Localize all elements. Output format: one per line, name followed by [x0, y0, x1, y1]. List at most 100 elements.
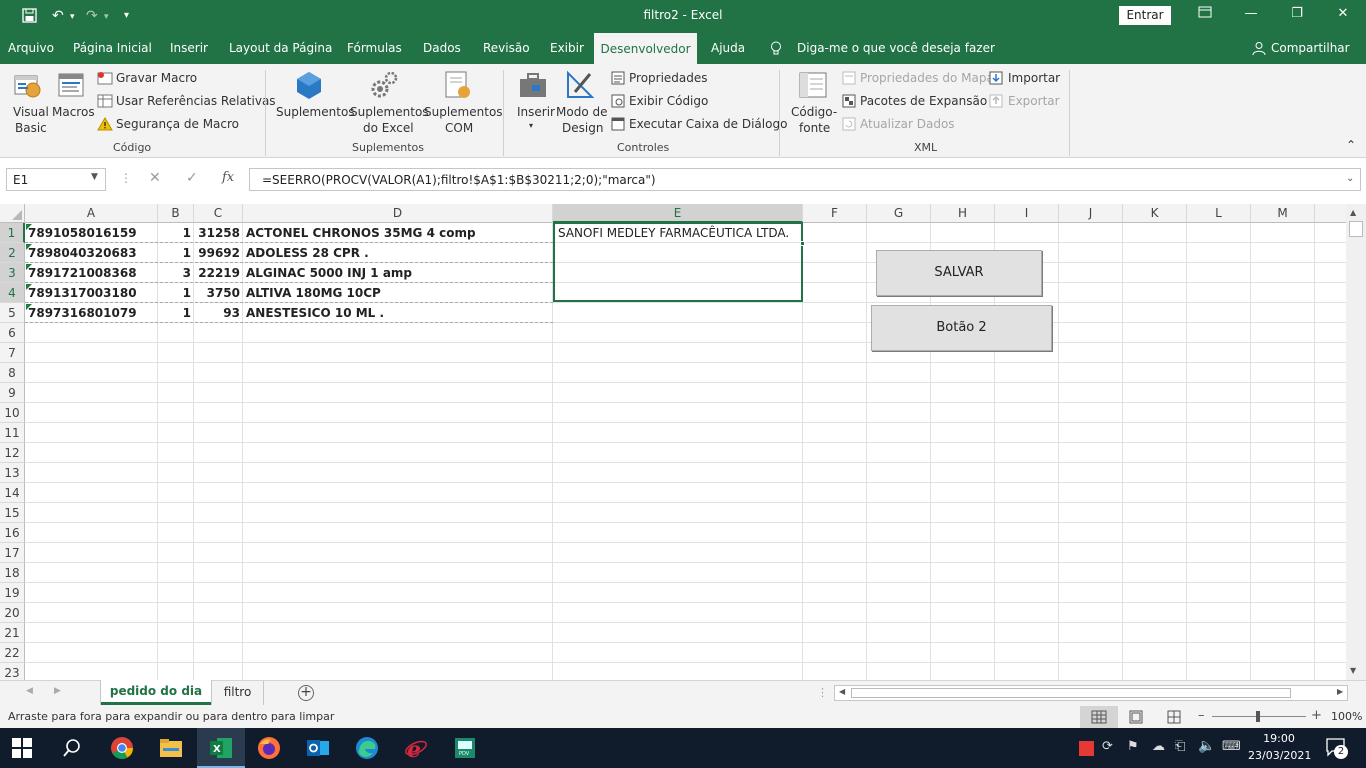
cell-b2[interactable]: 1 [158, 243, 194, 263]
column-header-b[interactable]: B [158, 204, 194, 223]
minimize-icon[interactable]: — [1241, 6, 1261, 24]
tray-security-icon[interactable]: ⚑ [1127, 739, 1139, 754]
new-sheet-button[interactable]: + [298, 685, 314, 701]
horizontal-scrollbar[interactable]: ◀ ▶ [834, 685, 1348, 701]
column-header-a[interactable]: A [25, 204, 158, 223]
taskbar-excel-active[interactable]: X [197, 728, 245, 768]
cell-b5[interactable]: 1 [158, 303, 194, 323]
salvar-button[interactable]: SALVAR [876, 250, 1042, 296]
search-icon[interactable] [62, 738, 88, 762]
collapse-ribbon-icon[interactable]: ⌃ [1346, 138, 1356, 152]
column-header-k[interactable]: K [1123, 204, 1187, 223]
tab-dados[interactable]: Dados [423, 41, 461, 55]
enter-check-icon[interactable]: ✓ [186, 170, 198, 186]
row-header-11[interactable]: 11 [0, 423, 25, 443]
add-ins-button[interactable]: Suplementos [276, 105, 355, 119]
row-header-22[interactable]: 22 [0, 643, 25, 663]
row-header-7[interactable]: 7 [0, 343, 25, 363]
column-header-c[interactable]: C [194, 204, 243, 223]
visual-basic-label-2[interactable]: Basic [15, 121, 47, 135]
column-header-h[interactable]: H [931, 204, 995, 223]
design-mode-label-1[interactable]: Modo de [556, 105, 607, 119]
normal-view-button[interactable] [1080, 706, 1118, 728]
tab-exibir[interactable]: Exibir [550, 41, 584, 55]
tab-revisao[interactable]: Revisão [483, 41, 530, 55]
excel-add-ins-label-2[interactable]: do Excel [363, 121, 414, 135]
insert-function-icon[interactable]: fx [222, 170, 234, 185]
cell-b4[interactable]: 1 [158, 283, 194, 303]
share-icon[interactable] [1252, 41, 1266, 58]
zoom-slider-thumb[interactable] [1256, 711, 1260, 722]
column-header-m[interactable]: M [1251, 204, 1315, 223]
row-header-12[interactable]: 12 [0, 443, 25, 463]
row-header-1[interactable]: 1 [0, 223, 25, 243]
tab-ajuda[interactable]: Ajuda [711, 41, 745, 55]
name-box-dropdown-icon[interactable]: ▼ [91, 172, 98, 182]
row-header-19[interactable]: 19 [0, 583, 25, 603]
row-header-5[interactable]: 5 [0, 303, 25, 323]
expansion-packs-button[interactable]: Pacotes de Expansão [860, 94, 987, 108]
cell-c4[interactable]: 3750 [194, 283, 243, 303]
column-header-e[interactable]: E [553, 204, 803, 223]
language-icon[interactable]: ⌨ [1222, 739, 1241, 754]
page-break-view-icon[interactable] [1166, 710, 1182, 727]
zoom-level[interactable]: 100% [1331, 710, 1362, 723]
row-header-23[interactable]: 23 [0, 663, 25, 680]
cancel-icon[interactable]: ✕ [149, 170, 161, 186]
refresh-data-button[interactable]: Atualizar Dados [860, 117, 955, 131]
sign-in-button[interactable]: Entrar [1119, 6, 1171, 25]
fill-handle[interactable] [800, 241, 805, 246]
sheet-tab-pedido-do-dia[interactable]: pedido do dia [101, 680, 211, 705]
volume-icon[interactable]: 🔈 [1198, 738, 1215, 754]
cell-b1[interactable]: 1 [158, 223, 194, 243]
column-header-g[interactable]: G [867, 204, 931, 223]
run-dialog-button[interactable]: Executar Caixa de Diálogo [629, 117, 787, 131]
botao-2-button[interactable]: Botão 2 [871, 305, 1052, 351]
row-header-8[interactable]: 8 [0, 363, 25, 383]
network-icon[interactable]: ⎗ [1175, 739, 1185, 754]
cell-d1[interactable]: ACTONEL CHRONOS 35MG 4 comp [243, 223, 553, 243]
tab-split-grip-icon[interactable]: ⋮ [817, 686, 828, 699]
page-layout-view-icon[interactable] [1128, 710, 1144, 727]
row-header-21[interactable]: 21 [0, 623, 25, 643]
com-add-ins-label-1[interactable]: Suplementos [424, 105, 503, 119]
row-header-9[interactable]: 9 [0, 383, 25, 403]
cell-d4[interactable]: ALTIVA 180MG 10CP [243, 283, 553, 303]
column-header-l[interactable]: L [1187, 204, 1251, 223]
cell-c5[interactable]: 93 [194, 303, 243, 323]
cell-d5[interactable]: ANESTESICO 10 ML . [243, 303, 553, 323]
export-button[interactable]: Exportar [1008, 94, 1060, 108]
row-header-16[interactable]: 16 [0, 523, 25, 543]
design-mode-label-2[interactable]: Design [562, 121, 603, 135]
tab-arquivo[interactable]: Arquivo [8, 41, 54, 55]
properties-button[interactable]: Propriedades [629, 71, 708, 85]
tell-me-search[interactable]: Diga-me o que você deseja fazer [797, 41, 995, 55]
zoom-in-icon[interactable]: + [1311, 708, 1322, 723]
com-add-ins-label-2[interactable]: COM [445, 121, 473, 135]
prev-sheet-icon[interactable]: ◀ [26, 686, 33, 696]
row-header-17[interactable]: 17 [0, 543, 25, 563]
tab-formulas[interactable]: Fórmulas [347, 41, 402, 55]
lightbulb-icon[interactable] [770, 41, 782, 59]
row-header-15[interactable]: 15 [0, 503, 25, 523]
cell-a1[interactable]: 7891058016159 [25, 223, 158, 243]
scroll-left-icon[interactable]: ◀ [839, 687, 845, 696]
row-header-20[interactable]: 20 [0, 603, 25, 623]
record-macro-button[interactable]: Gravar Macro [116, 71, 197, 85]
expand-formula-bar-icon[interactable]: ⌄ [1346, 173, 1354, 184]
selection-range[interactable] [553, 222, 803, 302]
ie-icon[interactable]: e [404, 736, 430, 763]
row-header-18[interactable]: 18 [0, 563, 25, 583]
view-code-button[interactable]: Exibir Código [629, 94, 708, 108]
cell-b3[interactable]: 3 [158, 263, 194, 283]
restore-icon[interactable]: ❐ [1287, 6, 1307, 24]
row-header-13[interactable]: 13 [0, 463, 25, 483]
cell-c2[interactable]: 99692 [194, 243, 243, 263]
cell-c1[interactable]: 31258 [194, 223, 243, 243]
outlook-icon[interactable] [306, 736, 332, 760]
map-properties-button[interactable]: Propriedades do Mapa [860, 71, 994, 85]
tray-sync-icon[interactable]: ⟳ [1102, 739, 1113, 754]
sheet-tab-filtro[interactable]: filtro [212, 681, 264, 705]
row-header-3[interactable]: 3 [0, 263, 25, 283]
horizontal-scroll-thumb[interactable] [851, 688, 1291, 698]
